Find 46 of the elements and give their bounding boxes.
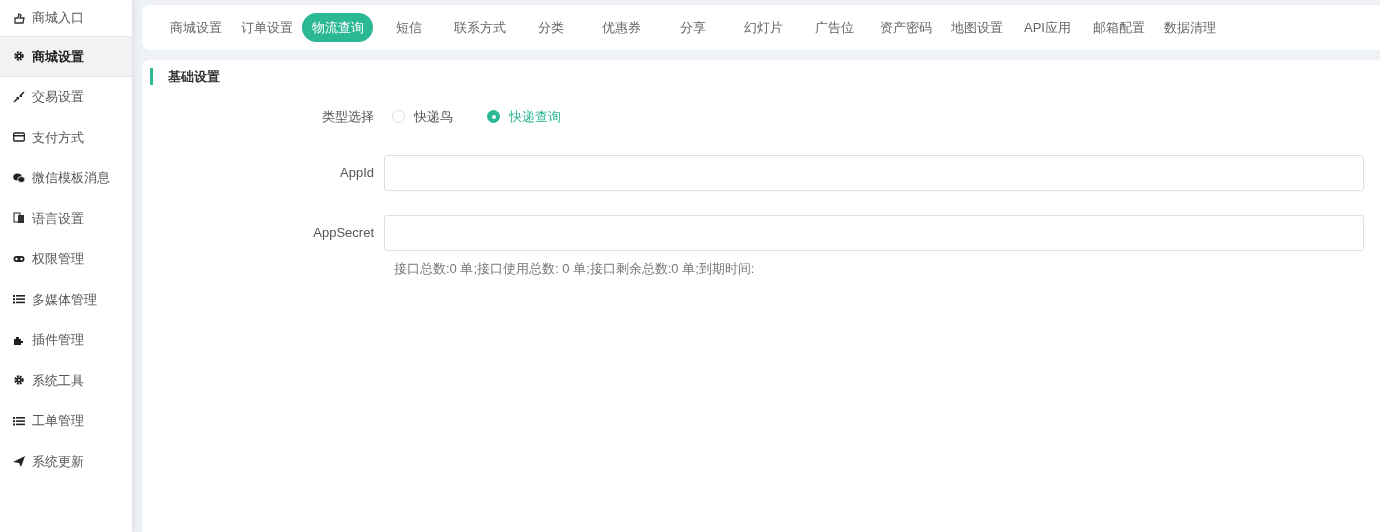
list-icon: [13, 293, 25, 306]
field-label: 类型选择: [321, 108, 375, 126]
field-label: AppSecret: [312, 223, 375, 242]
tab[interactable]: 数据清理: [1154, 13, 1225, 42]
radio-label: 快递查询: [509, 108, 561, 126]
sidebar-item[interactable]: 插件管理: [0, 319, 132, 360]
tab[interactable]: 幻灯片: [728, 13, 799, 42]
list-icon: [13, 414, 25, 427]
sidebar-item[interactable]: 权限管理: [0, 238, 132, 279]
paper-plane-icon: [13, 455, 25, 468]
sidebar-item[interactable]: 商城设置: [0, 36, 132, 77]
sidebar-item[interactable]: 支付方式: [0, 117, 132, 158]
tab[interactable]: 资产密码: [870, 13, 941, 42]
sidebar-item[interactable]: 语言设置: [0, 198, 132, 239]
tab[interactable]: 商城设置: [160, 13, 231, 42]
tab[interactable]: 优惠券: [586, 13, 657, 42]
tab[interactable]: 分类: [515, 13, 586, 42]
section-title: 基础设置: [150, 68, 1364, 85]
field-label: AppId: [339, 163, 375, 182]
input-field[interactable]: [384, 154, 1364, 191]
radio-option[interactable]: 快递鸟: [392, 107, 453, 127]
tab[interactable]: 地图设置: [941, 13, 1012, 42]
chat-bubbles-icon: [13, 171, 25, 184]
radio-label: 快递鸟: [414, 108, 453, 126]
usage-note: 接口总数:0 单;接口使用总数: 0 单;接口剩余总数:0 单;到期时间:: [394, 259, 756, 278]
sidebar-item[interactable]: 系统更新: [0, 441, 132, 482]
credit-card-icon: [13, 131, 25, 144]
sidebar-item[interactable]: 交易设置: [0, 76, 132, 117]
tab[interactable]: 邮箱配置: [1083, 13, 1154, 42]
settings-icon: [13, 374, 25, 387]
tab[interactable]: 分享: [657, 13, 728, 42]
sidebar-item[interactable]: 商城入口: [0, 0, 132, 36]
tab[interactable]: 广告位: [799, 13, 870, 42]
radio-button[interactable]: [487, 110, 500, 124]
sidebar-item[interactable]: 工单管理: [0, 400, 132, 441]
tab[interactable]: 联系方式: [444, 13, 515, 42]
sidebar-item[interactable]: 微信模板消息: [0, 157, 132, 198]
compress-icon: [13, 90, 25, 103]
input-field[interactable]: [384, 214, 1364, 251]
tab[interactable]: API应用: [1012, 13, 1083, 42]
tab[interactable]: 订单设置: [231, 13, 302, 42]
tab[interactable]: 短信: [373, 13, 444, 42]
settings-icon: [13, 50, 25, 63]
language-icon: [13, 212, 25, 225]
sidebar-item[interactable]: 系统工具: [0, 360, 132, 401]
sidebar-item[interactable]: 多媒体管理: [0, 279, 132, 320]
